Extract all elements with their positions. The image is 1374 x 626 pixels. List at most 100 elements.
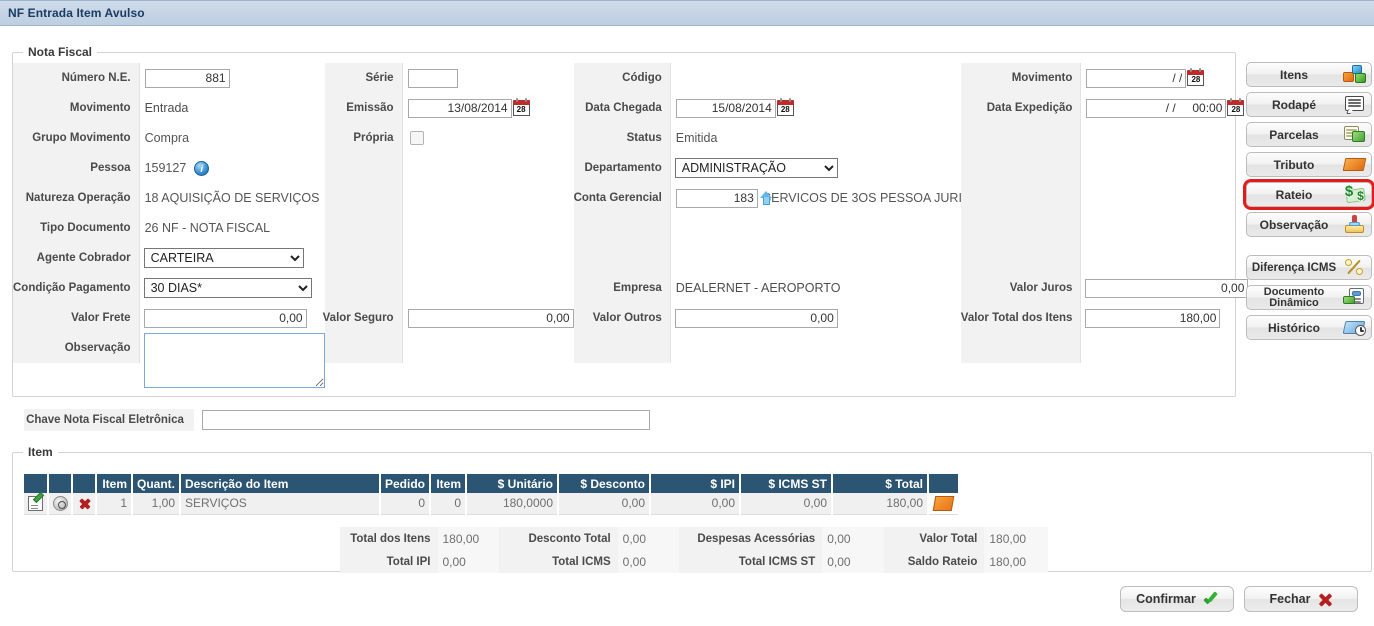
sidebar-item-observacao[interactable]: Observação [1246,212,1372,237]
form-col1-values: Entrada Compra 159127 i 18 AQUISIÇÃO DE … [140,63,325,388]
delete-icon[interactable] [78,497,91,510]
th-ipi[interactable]: $ IPI [650,474,742,493]
observacao-textarea[interactable] [143,333,325,388]
valor-juros-input[interactable] [1085,278,1249,298]
sidebar-item-label-text: Documento Dinâmico [1263,285,1325,309]
sidebar-group-divider [1246,242,1372,255]
edit-icon[interactable] [28,495,43,511]
sidebar-item-label: Tributo [1273,157,1315,172]
label-grupo-movimento: Grupo Movimento [13,123,139,153]
sidebar-item-rateio[interactable]: Rateio $ $ [1243,179,1374,210]
sidebar-item-label: Rateio [1275,187,1313,202]
th-icms-st[interactable]: $ ICMS ST [740,474,834,493]
data-chegada-input[interactable] [675,98,776,118]
label-data-chegada: Data Chegada [573,93,670,123]
departamento-select[interactable]: ADMINISTRAÇÃO [674,158,838,178]
conta-gerencial-input[interactable] [675,188,758,208]
table-row[interactable]: 1 1,00 SERVIÇOS 0 0 180,0000 0,00 0,00 0… [24,493,959,515]
value-desconto-total: 0,00 [617,527,680,550]
calendar-icon[interactable]: 28 [1227,98,1245,116]
table-header-row: Item Quant. Descrição do Item Pedido Ite… [24,474,959,493]
th-item-2[interactable]: Item [430,474,468,493]
label-valor-outros: Valor Outros [573,303,670,333]
sidebar-item-label: Parcelas [1269,127,1319,142]
totals-table: Total dos Itens 180,00 Desconto Total 0,… [340,527,1048,573]
cell-ipi: 0,00 [650,493,742,515]
cell-pedido: 0 [380,493,432,515]
calendar-icon[interactable]: 28 [776,98,794,116]
window-title-bar: NF Entrada Item Avulso [0,0,1374,26]
sidebar-item-tributo[interactable]: Tributo [1246,152,1372,177]
label-tipo-documento: Tipo Documento [13,213,139,243]
agente-cobrador-select[interactable]: CARTEIRA [143,248,304,268]
value-total-icms: 0,00 [617,550,680,573]
grupo-movimento-value: Compra [144,131,190,145]
close-button-label: Fechar [1269,592,1311,606]
sidebar-item-label: Observação [1259,217,1329,232]
condicao-pagamento-select[interactable]: 30 DIAS* [143,278,312,298]
status-value: Emitida [675,131,718,145]
label-empresa: Empresa [573,273,670,303]
data-expedicao-input[interactable] [1086,98,1227,118]
value-total-dos-itens: 180,00 [437,527,499,550]
row-search-cell[interactable] [48,493,73,515]
sidebar-item-documento-dinamico[interactable]: Documento Dinâmico [1246,285,1372,310]
row-book-cell[interactable] [928,493,959,515]
th-pedido[interactable]: Pedido [380,474,432,493]
confirm-button[interactable]: Confirmar [1120,586,1234,612]
label-observacao: Observação [13,333,139,363]
label-valor-juros: Valor Juros [960,273,1081,303]
movimento-value: Entrada [144,101,189,115]
sidebar-item-itens[interactable]: Itens [1246,62,1372,87]
th-unitario[interactable]: $ Unitário [466,474,560,493]
cell-descricao: SERVIÇOS [180,493,381,515]
orange-book-icon[interactable] [932,495,955,511]
valor-frete-input[interactable] [143,308,307,328]
th-desconto[interactable]: $ Desconto [558,474,652,493]
label-movimento: Movimento [13,93,139,123]
valor-total-itens-input[interactable] [1085,308,1221,328]
propria-checkbox[interactable] [409,131,424,145]
sidebar: Itens Rodapé Parcelas Tributo Rateio $ $… [1243,62,1374,345]
label-conta-gerencial: Conta Gerencial [573,183,670,213]
label-valor-frete: Valor Frete [13,303,139,333]
emissao-input[interactable] [407,98,512,118]
value-total-icms-st: 0,00 [822,550,884,573]
label-numero-ne: Número N.E. [13,63,139,93]
sidebar-item-diferenca-icms[interactable]: Diferença ICMS [1246,255,1372,280]
th-item[interactable]: Item [96,474,133,493]
sidebar-item-parcelas[interactable]: Parcelas [1246,122,1372,147]
item-legend: Item [23,445,58,459]
percent-icon [1343,257,1367,278]
th-descricao[interactable]: Descrição do Item [180,474,381,493]
label-valor-total: Valor Total [883,527,985,550]
form-col4-labels: Movimento Data Expedição Valor Juros Val… [960,63,1082,363]
calendar-icon[interactable]: 28 [512,98,530,116]
calendar-icon[interactable]: 28 [1187,68,1205,86]
chave-nfe-input[interactable] [202,410,650,430]
valor-seguro-input[interactable] [407,308,574,328]
sidebar-item-historico[interactable]: Histórico [1246,315,1372,340]
item-table: Item Quant. Descrição do Item Pedido Ite… [24,474,959,515]
totals-row-1: Total dos Itens 180,00 Desconto Total 0,… [340,527,1048,550]
label-total-ipi: Total IPI [340,550,438,573]
sidebar-item-rodape[interactable]: Rodapé [1246,92,1372,117]
th-quant[interactable]: Quant. [132,474,181,493]
row-delete-cell[interactable] [72,493,97,515]
page-title: NF Entrada Item Avulso [8,6,145,20]
movimento-data-input[interactable] [1086,68,1187,88]
form-col3-values: 28 Emitida ADMINISTRAÇÃO SERVICOS DE 3OS… [671,63,992,363]
th-total[interactable]: $ Total [832,474,930,493]
valor-outros-input[interactable] [674,308,838,328]
close-button[interactable]: Fechar [1244,586,1358,612]
search-icon[interactable] [52,495,68,511]
info-icon[interactable]: i [194,160,210,176]
row-edit-cell[interactable] [24,493,49,515]
cell-icms-st: 0,00 [740,493,834,515]
serie-input[interactable] [407,68,458,88]
cell-quant: 1,00 [132,493,181,515]
sidebar-item-label: Documento Dinâmico [1247,285,1343,309]
numero-ne-input[interactable] [144,68,230,88]
check-icon [1203,592,1218,607]
cell-unitario: 180,0000 [466,493,560,515]
